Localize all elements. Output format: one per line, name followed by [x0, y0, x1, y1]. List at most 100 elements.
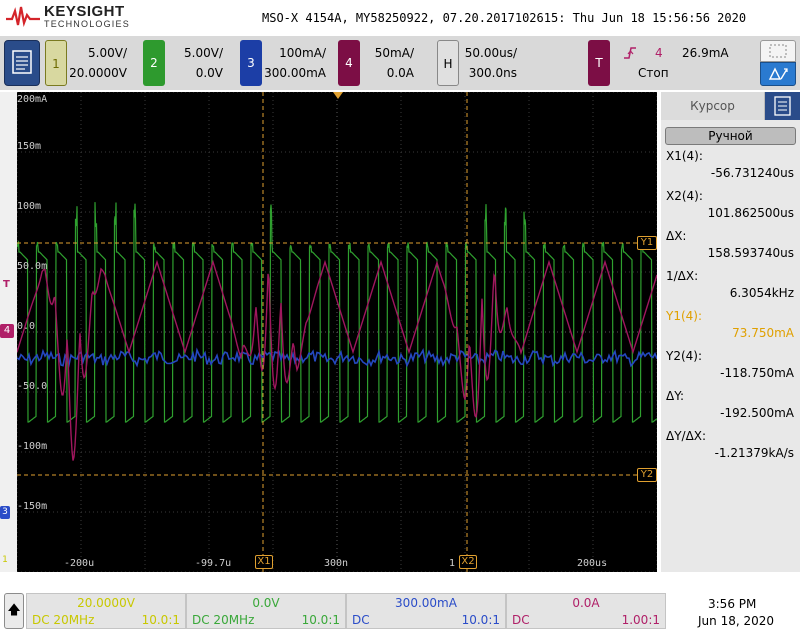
- channel-3-scale: 100mA/: [279, 46, 326, 60]
- menu-button[interactable]: [4, 40, 40, 86]
- channel-1-status[interactable]: 20.0000V DC 20MHz 10.0:1: [26, 593, 186, 629]
- channel-1-settings[interactable]: 5.00V/ 20.0000V: [67, 40, 133, 86]
- channel-4-settings[interactable]: 50mA/ 0.0A: [360, 40, 420, 86]
- cursor-readout-value: 6.3054kHz: [729, 286, 794, 300]
- trigger-level: 26.9mA: [682, 46, 729, 60]
- channel-2-probe: 10.0:1: [301, 613, 340, 627]
- cursor-y1-marker[interactable]: Y1: [637, 236, 657, 250]
- cursor-readout-value: -1.21379kA/s: [714, 446, 794, 460]
- channel-3-probe: 10.0:1: [461, 613, 500, 627]
- cursor-readout-label: ΔX:: [666, 229, 687, 243]
- x-tick-label: 200us: [577, 558, 608, 569]
- clock-time: 3:56 PM: [708, 597, 757, 611]
- channel-4-tab[interactable]: 4: [338, 40, 360, 86]
- channel-3-ground-marker[interactable]: 3: [0, 506, 10, 519]
- x-tick-label: -200u: [64, 558, 95, 569]
- cursor-readout-label: Y2(4):: [666, 349, 703, 363]
- channel-2-offset: 0.0V: [195, 66, 223, 80]
- horizontal-tab[interactable]: H: [437, 40, 459, 86]
- delta-cursor-icon: [760, 62, 796, 86]
- header-bar: KEYSIGHT TECHNOLOGIES MSO-X 4154A, MY582…: [0, 0, 800, 36]
- trigger-mode: Стоп: [638, 66, 669, 80]
- channel-4-coupling: DC: [512, 613, 530, 627]
- channel-2-scale: 5.00V/: [184, 46, 223, 60]
- channel-4-trace: [17, 259, 657, 461]
- channel-2-tab[interactable]: 2: [143, 40, 165, 86]
- channel-2-status-offset: 0.0V: [252, 596, 280, 610]
- channel-1-offset: 20.0000V: [69, 66, 127, 80]
- channel-3-tab[interactable]: 3: [240, 40, 262, 86]
- cursor-x1-marker[interactable]: X1: [255, 555, 273, 569]
- channel-1-status-offset: 20.0000V: [77, 596, 135, 610]
- keysight-logo: KEYSIGHT TECHNOLOGIES: [6, 3, 130, 33]
- panel-menu-icon[interactable]: [765, 92, 800, 120]
- channel-1-ground-marker[interactable]: 1: [0, 554, 10, 567]
- channel-4-status[interactable]: 0.0A DC 1.00:1: [506, 593, 666, 629]
- y-tick-label: 50.0m: [17, 261, 48, 272]
- cursor-toggle-button[interactable]: [760, 40, 796, 86]
- y-tick-label: -100m: [17, 441, 48, 452]
- trigger-level-marker[interactable]: T: [3, 279, 10, 290]
- cursor-readout-label: Y1(4):: [666, 309, 703, 323]
- y-tick-label: 150m: [17, 141, 42, 152]
- keysight-wave-icon: [6, 6, 40, 27]
- channel-4-ground-marker[interactable]: 4: [0, 324, 14, 338]
- channel-4-scale: 50mA/: [374, 46, 414, 60]
- status-bar: 🡅 20.0000V DC 20MHz 10.0:1 0.0V DC 20MHz…: [0, 587, 800, 632]
- horizontal-settings[interactable]: 50.00us/ 300.0ns: [459, 40, 523, 86]
- cursor-readout-label: X2(4):: [666, 189, 703, 203]
- instrument-title: MSO-X 4154A, MY58250922, 07.20.201710261…: [262, 11, 747, 25]
- channel-2-status[interactable]: 0.0V DC 20MHz 10.0:1: [186, 593, 346, 629]
- cursor-mode-button[interactable]: Ручной: [665, 127, 796, 145]
- channel-bar: 1 5.00V/ 20.0000V 2 5.00V/ 0.0V 3 100mA/…: [0, 36, 800, 90]
- channel-4-probe: 1.00:1: [621, 613, 660, 627]
- waveform-display[interactable]: 200mA 150m 100m 50.0m 0.0 -50.0 -100m -1…: [17, 92, 657, 572]
- cursor-readout-value: -118.750mA: [720, 366, 794, 380]
- horizontal-delay: 300.0ns: [468, 66, 517, 80]
- cursor-readout-label: X1(4):: [666, 149, 703, 163]
- cursor-readout-value: 101.862500us: [707, 206, 794, 220]
- cursor-panel: Курсор Ручной X1(4): -56.731240us X2(4): 10…: [661, 92, 800, 572]
- x-tick-label: -99.7u: [195, 558, 232, 569]
- cursor-readout-value: -192.500mA: [720, 406, 794, 420]
- expand-arrow-icon[interactable]: 🡅: [4, 593, 24, 629]
- cursor-readout-value: -56.731240us: [710, 166, 794, 180]
- cursor-readout-label: ΔY:: [666, 389, 684, 403]
- waveform-canvas: [17, 92, 657, 572]
- cursor-readout-value: 158.593740us: [707, 246, 794, 260]
- y-tick-label: -50.0: [17, 381, 48, 392]
- rising-edge-icon: [624, 47, 636, 59]
- channel-2-coupling: DC 20MHz: [192, 613, 255, 627]
- y-tick-label: 100m: [17, 201, 42, 212]
- cursor-readout-value: 73.750mA: [732, 326, 794, 340]
- cursor-x2-marker[interactable]: X2: [459, 555, 477, 569]
- brand-subtitle: TECHNOLOGIES: [44, 19, 130, 29]
- trigger-settings[interactable]: 4 26.9mA Стоп: [612, 40, 732, 86]
- dotted-box-icon: [760, 40, 796, 62]
- horizontal-scale: 50.00us/: [464, 46, 517, 60]
- channel-3-settings[interactable]: 100mA/ 300.00mA: [262, 40, 332, 86]
- trigger-source: 4: [655, 46, 663, 60]
- channel-2-settings[interactable]: 5.00V/ 0.0V: [165, 40, 229, 86]
- y-tick-label: -150m: [17, 501, 48, 512]
- y-tick-label: 0.0: [17, 321, 36, 332]
- channel-1-coupling: DC 20MHz: [32, 613, 95, 627]
- channel-1-tab[interactable]: 1: [45, 40, 67, 86]
- channel-3-status-offset: 300.00mA: [395, 596, 457, 610]
- channel-4-offset: 0.0A: [386, 66, 414, 80]
- cursor-y2-marker[interactable]: Y2: [637, 468, 657, 482]
- channel-offset-strip: T 4 3 1: [0, 92, 17, 572]
- y-tick-label: 200mA: [17, 94, 48, 105]
- trigger-tab[interactable]: T: [588, 40, 610, 86]
- channel-1-scale: 5.00V/: [88, 46, 127, 60]
- channel-3-status[interactable]: 300.00mA DC 10.0:1: [346, 593, 506, 629]
- trigger-position-icon: [333, 92, 343, 99]
- x-tick-label: 300n: [324, 558, 349, 569]
- cursor-readout-label: 1/ΔX:: [666, 269, 699, 283]
- x-tick-label: 1: [449, 558, 456, 569]
- cursor-readout-label: ΔY/ΔX:: [666, 429, 707, 443]
- brand-name: KEYSIGHT: [44, 3, 125, 20]
- graticule: [17, 92, 657, 572]
- channel-3-coupling: DC: [352, 613, 370, 627]
- cursor-panel-tab[interactable]: Курсор: [661, 92, 765, 120]
